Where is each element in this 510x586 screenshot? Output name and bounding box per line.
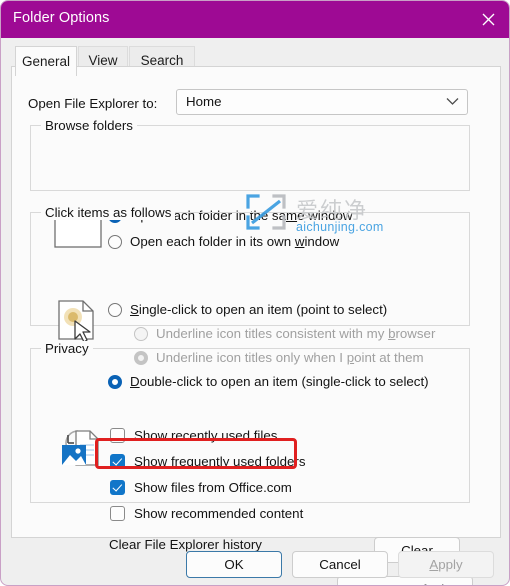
window-title: Folder Options [13,10,110,26]
checkbox-show-recently-used-files[interactable]: Show recently used files [110,428,277,443]
clear-file-explorer-history-label: Clear File Explorer history [109,537,262,552]
open-file-explorer-to-dropdown[interactable]: Home [176,89,468,115]
privacy-title: Privacy [41,341,93,356]
folder-options-dialog: Folder Options General View Search Open … [0,0,510,586]
radio-underline-consistent-browser-label: Underline icon titles consistent with my… [156,326,436,341]
close-icon [482,13,494,26]
tab-general-label: General [21,54,71,69]
checkbox-indicator [110,454,125,469]
chevron-down-icon [446,98,459,105]
checkbox-show-recommended-content-label: Show recommended content [134,506,304,521]
radio-indicator [108,302,122,317]
browse-folders-group: Browse folders [30,118,470,191]
general-tab-panel: Open File Explorer to: Home Browse folde… [11,66,501,585]
close-button[interactable] [465,1,509,38]
radio-single-click[interactable]: Single-click to open an item (point to s… [108,302,387,317]
checkbox-indicator [110,428,125,443]
cancel-button-label: Cancel [319,557,361,572]
title-bar: Folder Options [1,1,509,38]
checkbox-show-files-from-office-label: Show files from Office.com [134,480,292,495]
browse-folders-title: Browse folders [41,118,137,133]
checkbox-show-frequently-used-folders[interactable]: Show frequently used folders [110,454,305,469]
recent-files-icon [62,430,99,466]
document-click-icon [58,300,94,343]
checkbox-indicator [110,506,125,521]
open-file-explorer-to-label: Open File Explorer to: [28,96,158,111]
open-file-explorer-to-value: Home [186,94,222,109]
restore-defaults-button-label: Restore Defaults [355,582,454,586]
tab-general[interactable]: General [15,46,77,76]
ok-button-label: OK [224,557,244,572]
checkbox-indicator [110,480,125,495]
radio-underline-consistent-browser: Underline icon titles consistent with my… [134,326,435,341]
checkbox-show-frequently-used-folders-label: Show frequently used folders [134,454,306,469]
cancel-button[interactable]: Cancel [292,551,388,578]
apply-button: Apply [398,551,494,578]
click-items-title: Click items as follows [41,205,176,220]
checkbox-show-files-from-office[interactable]: Show files from Office.com [110,480,292,495]
radio-indicator [134,326,148,341]
apply-button-label: Apply [429,557,463,572]
ok-button[interactable]: OK [186,551,282,578]
radio-single-click-label: Single-click to open an item (point to s… [130,302,388,317]
checkbox-show-recently-used-files-label: Show recently used files [134,428,278,443]
checkbox-show-recommended-content[interactable]: Show recommended content [110,506,303,521]
